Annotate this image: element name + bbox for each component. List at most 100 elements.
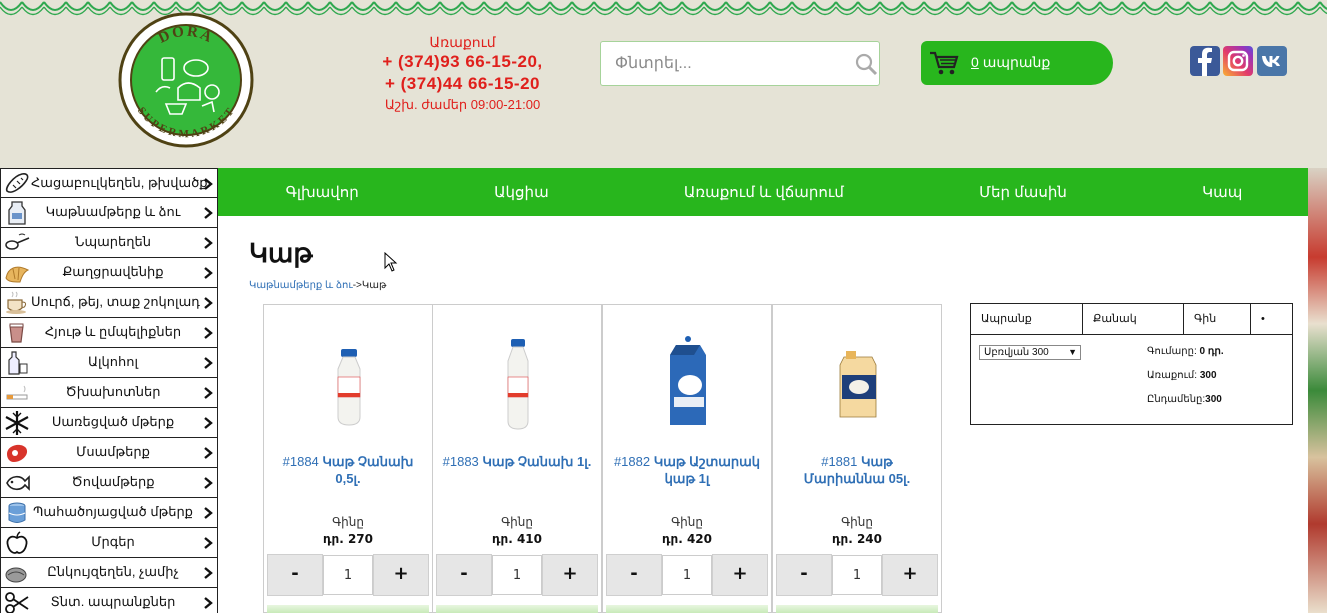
quantity-input[interactable]: 1 (492, 555, 542, 595)
cart-table-header: Ապրանք Քանակ Գին • (971, 304, 1292, 335)
sidebar-item-label: Ալկոհոլ (88, 354, 138, 369)
sidebar-item-label: Պահածոյացված մթերք (33, 504, 193, 519)
add-to-cart-button[interactable] (606, 605, 768, 613)
product-price: դր. 420 (662, 532, 712, 546)
sidebar-item-sweets[interactable]: Քաղցրավենիք (0, 258, 218, 288)
sidebar-item-juice[interactable]: Հյութ և ըմպելիքներ (0, 318, 218, 348)
quantity-input[interactable]: 1 (832, 555, 882, 595)
vk-icon[interactable] (1257, 46, 1287, 76)
cart-button[interactable]: 0 ապրանք (921, 41, 1113, 85)
cart-subtotal: Գումարը: 0 դր. (1147, 346, 1224, 357)
cart-total: Ընդամենը:300 (1147, 394, 1222, 405)
delivery-label: Առաքում (429, 34, 496, 50)
increase-quantity-button[interactable]: + (542, 554, 598, 596)
nav-delivery-payment[interactable]: Առաքում և վճարում (676, 177, 852, 207)
chevron-right-icon (204, 178, 213, 190)
sidebar-item-frozen[interactable]: Սառեցված մթերք (0, 408, 218, 438)
search-input[interactable] (601, 42, 841, 85)
sidebar-item-label: Ծխախոտներ (65, 384, 161, 399)
sidebar-item-seafood[interactable]: Ծովամթերք (0, 468, 218, 498)
add-to-cart-button[interactable] (267, 605, 429, 613)
decrease-quantity-button[interactable]: - (436, 554, 492, 596)
phone-2[interactable]: + (374)44 66-15-20 (360, 73, 565, 95)
croissant-icon (5, 266, 30, 283)
facebook-icon[interactable] (1190, 46, 1220, 76)
sidebar-item-bakery[interactable]: Հացաբուլկեղեն, թխվածք (0, 168, 218, 198)
decrease-quantity-button[interactable]: - (267, 554, 323, 596)
cart-summary[interactable]: 0 ապրանք (971, 54, 1050, 71)
spoon-icon (5, 233, 30, 250)
sidebar-item-coffee-tea[interactable]: Սուրճ, թեյ, տաք շոկոլադ (0, 288, 218, 318)
delivery-select-value: Սբռվյան 300 (984, 347, 1049, 358)
product-price: դր. 240 (832, 532, 882, 546)
bottle-icon (8, 351, 28, 375)
chevron-right-icon (204, 237, 213, 249)
sidebar-item-canned[interactable]: Պահածոյացված մթերք (0, 498, 218, 528)
cart-label: ապրանք (982, 54, 1051, 70)
product-card: #1883 Կաթ Չանախ 1լ. Գինը դր. 410 - 1 + (432, 304, 602, 613)
sidebar-item-nuts[interactable]: Ընկույզեղեն, չամիչ (0, 558, 218, 588)
increase-quantity-button[interactable]: + (712, 554, 768, 596)
product-price: դր. 270 (323, 532, 373, 546)
nav-promotions[interactable]: Ակցիա (486, 177, 557, 207)
product-name-link[interactable]: #1884 Կաթ Չանախ 0,5լ. (270, 453, 426, 487)
nav-home[interactable]: Գլխավոր (278, 177, 367, 207)
delivery-select[interactable]: Սբռվյան 300 ▼ (979, 345, 1081, 360)
sidebar-item-label: Մսամթերք (76, 444, 150, 459)
sidebar-item-label: Տնտ. ապրանքներ (50, 594, 176, 609)
chevron-right-icon (204, 537, 213, 549)
chevron-right-icon (204, 297, 213, 309)
cigarette-icon (6, 385, 28, 400)
juice-icon (9, 323, 24, 343)
instagram-icon[interactable] (1223, 46, 1253, 76)
product-name-link[interactable]: #1883 Կաթ Չանախ 1լ. (439, 453, 595, 470)
store-logo[interactable]: DORA SUPERMARKET (118, 12, 254, 148)
sidebar-item-label: Սառեցված մթերք (51, 414, 175, 429)
breadcrumb-link-dairy[interactable]: Կաթնամթերք և ձու (249, 280, 353, 291)
contact-info: Առաքում + (374)93 66-15-20, + (374)44 66… (360, 34, 565, 115)
sidebar-item-fruits[interactable]: Մրգեր (0, 528, 218, 558)
search-box (600, 41, 880, 86)
increase-quantity-button[interactable]: + (882, 554, 938, 596)
quantity-input[interactable]: 1 (323, 555, 373, 595)
product-name-link[interactable]: #1881 Կաթ Մարիաննա 05լ. (779, 453, 935, 487)
canned-food-icon (8, 502, 26, 523)
sidebar-item-dairy[interactable]: Կաթնամթերք և ձու (0, 198, 218, 228)
quantity-stepper: - 1 + (267, 554, 429, 596)
product-image[interactable] (488, 335, 548, 435)
main-nav: Գլխավոր Ակցիա Առաքում և վճարում Մեր մասի… (218, 168, 1310, 216)
chevron-right-icon (204, 267, 213, 279)
sidebar-item-label: Հյութ և ըմպելիքներ (44, 324, 182, 339)
add-to-cart-button[interactable] (776, 605, 938, 613)
add-to-cart-button[interactable] (436, 605, 598, 613)
coffee-cup-icon (6, 291, 27, 314)
decrease-quantity-button[interactable]: - (606, 554, 662, 596)
search-icon[interactable] (855, 53, 879, 77)
nav-contact[interactable]: Կապ (1194, 177, 1250, 207)
sidebar-item-alcohol[interactable]: Ալկոհոլ (0, 348, 218, 378)
increase-quantity-button[interactable]: + (373, 554, 429, 596)
sidebar-item-meat[interactable]: Մսամթերք (0, 438, 218, 468)
header: DORA SUPERMARKET Առաքում + (374)93 66-15… (0, 0, 1327, 168)
price-label: Գինը (841, 515, 873, 529)
product-card: #1881 Կաթ Մարիաննա 05լ. Գինը դր. 240 - 1… (772, 304, 942, 613)
nav-about[interactable]: Մեր մասին (971, 177, 1075, 207)
shopping-cart-icon (930, 51, 959, 75)
product-image[interactable] (828, 335, 888, 435)
product-image[interactable] (658, 335, 718, 435)
sidebar-item-groceries[interactable]: Նպարեղեն (0, 228, 218, 258)
price-label: Գինը (501, 515, 533, 529)
sidebar-item-tobacco[interactable]: Ծխախոտներ (0, 378, 218, 408)
price-label: Գինը (332, 515, 364, 529)
product-price: դր. 410 (492, 532, 542, 546)
cart-count: 0 (971, 54, 979, 70)
sidebar-item-label: Մրգեր (91, 534, 135, 549)
chevron-right-icon (204, 387, 213, 399)
product-image[interactable] (319, 335, 379, 435)
phone-1[interactable]: + (374)93 66-15-20, (360, 51, 565, 73)
decrease-quantity-button[interactable]: - (776, 554, 832, 596)
sidebar-item-household[interactable]: Տնտ. ապրանքներ (0, 588, 218, 613)
quantity-input[interactable]: 1 (662, 555, 712, 595)
dropdown-arrow-icon: ▼ (1068, 347, 1077, 357)
product-name-link[interactable]: #1882 Կաթ Աշտարակ կաթ 1լ (609, 453, 765, 487)
